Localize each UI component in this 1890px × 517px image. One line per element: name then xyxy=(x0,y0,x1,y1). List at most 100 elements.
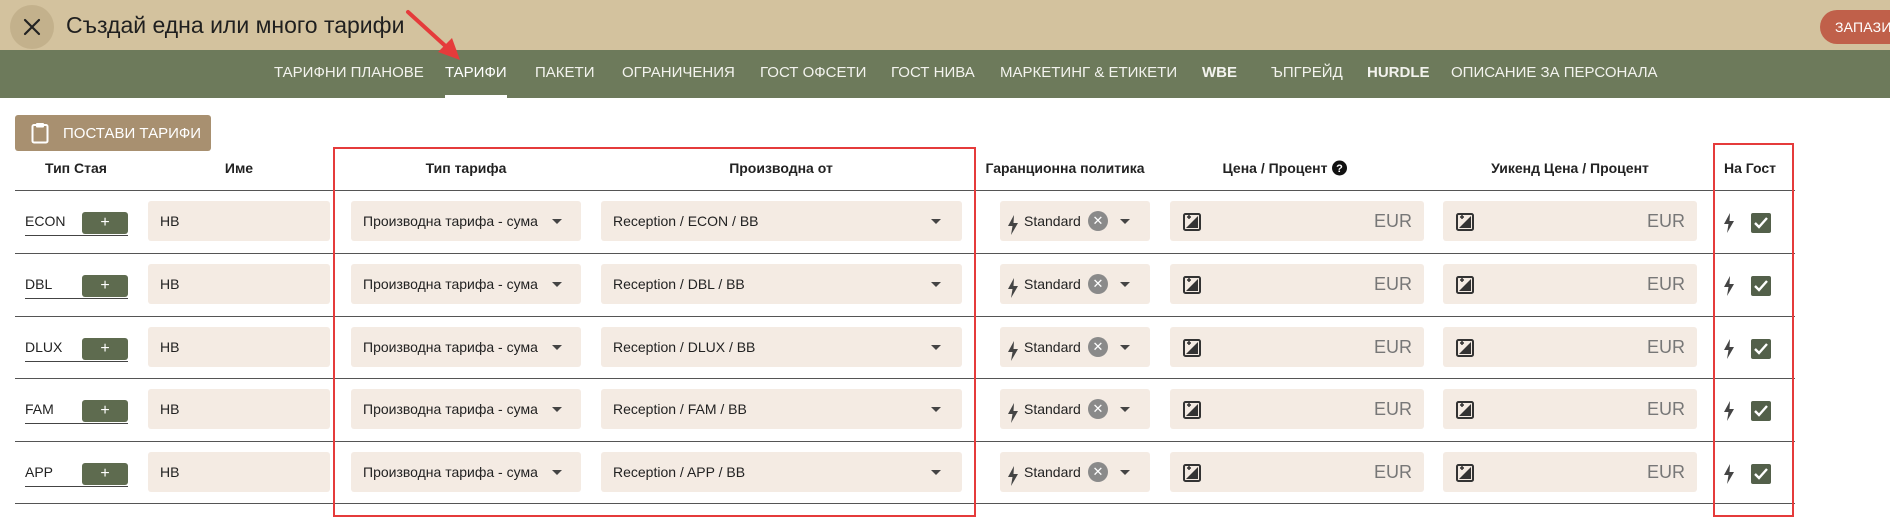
image-edit-icon xyxy=(1183,464,1201,482)
guarantee-policy-select[interactable]: Standard ✕ xyxy=(1000,264,1150,304)
price-input[interactable]: EUR xyxy=(1170,452,1424,492)
guarantee-policy-select[interactable]: Standard ✕ xyxy=(1000,389,1150,429)
add-rate-button[interactable]: + xyxy=(82,275,128,297)
name-input[interactable]: НВ xyxy=(148,452,330,492)
clear-icon[interactable]: ✕ xyxy=(1088,462,1108,482)
add-rate-button[interactable]: + xyxy=(82,338,128,360)
policy-value: Standard xyxy=(1024,276,1081,292)
col-header-price-label: Цена / Процент xyxy=(1222,160,1328,176)
clear-icon[interactable]: ✕ xyxy=(1088,337,1108,357)
paste-rates-label: ПОСТАВИ ТАРИФИ xyxy=(63,124,202,142)
currency-label: EUR xyxy=(1373,337,1412,357)
weekend-price-input[interactable]: EUR xyxy=(1443,452,1697,492)
name-input[interactable]: НВ xyxy=(148,201,330,241)
currency-label: EUR xyxy=(1373,274,1412,294)
chevron-down-icon xyxy=(1120,470,1130,475)
annotation-arrow xyxy=(406,10,460,60)
image-edit-icon xyxy=(1456,339,1474,357)
bolt-icon xyxy=(1008,341,1018,361)
tab-restrictions[interactable]: ОГРАНИЧЕНИЯ xyxy=(622,50,735,98)
tab-wbe[interactable]: WBE xyxy=(1202,50,1237,98)
price-input[interactable]: EUR xyxy=(1170,327,1424,367)
bolt-icon xyxy=(1008,215,1018,235)
policy-value: Standard xyxy=(1024,464,1081,480)
room-type-underline xyxy=(25,423,128,424)
policy-value: Standard xyxy=(1024,213,1081,229)
price-input[interactable]: EUR xyxy=(1170,264,1424,304)
close-icon xyxy=(23,18,41,36)
policy-value: Standard xyxy=(1024,401,1081,417)
paste-rates-button[interactable]: ПОСТАВИ ТАРИФИ xyxy=(15,115,211,151)
col-header-weekend-price: Уикенд Цена / Процент xyxy=(1491,160,1649,176)
col-header-guarantee-policy: Гаранционна политика xyxy=(985,160,1145,176)
weekend-currency-label: EUR xyxy=(1646,274,1685,294)
image-edit-icon xyxy=(1456,401,1474,419)
room-type-underline xyxy=(25,361,128,362)
price-input[interactable]: EUR xyxy=(1170,389,1424,429)
weekend-currency-label: EUR xyxy=(1646,462,1685,482)
col-header-name: Име xyxy=(224,160,254,176)
image-edit-icon xyxy=(1456,464,1474,482)
currency-label: EUR xyxy=(1373,462,1412,482)
image-edit-icon xyxy=(1183,213,1201,231)
add-rate-button[interactable]: + xyxy=(82,400,128,422)
room-type-underline xyxy=(25,298,128,299)
close-button[interactable] xyxy=(10,5,54,49)
image-edit-icon xyxy=(1183,276,1201,294)
tab-hurdle[interactable]: HURDLE xyxy=(1367,50,1430,98)
room-type-code: DBL xyxy=(25,276,53,292)
tab-marketing-labels[interactable]: МАРКЕТИНГ & ЕТИКЕТИ xyxy=(1000,50,1177,98)
tab-staff-description[interactable]: ОПИСАНИЕ ЗА ПЕРСОНАЛА xyxy=(1451,50,1658,98)
weekend-price-input[interactable]: EUR xyxy=(1443,264,1697,304)
bolt-icon xyxy=(1008,278,1018,298)
header-bar: Създай една или много тарифи ЗАПАЗИ xyxy=(0,0,1890,50)
tab-upgrade[interactable]: ЪПГРЕЙД xyxy=(1271,50,1343,98)
add-rate-button[interactable]: + xyxy=(82,463,128,485)
weekend-price-input[interactable]: EUR xyxy=(1443,327,1697,367)
currency-label: EUR xyxy=(1373,399,1412,419)
bolt-icon xyxy=(1008,466,1018,486)
price-input[interactable]: EUR xyxy=(1170,201,1424,241)
weekend-currency-label: EUR xyxy=(1646,337,1685,357)
name-input[interactable]: НВ xyxy=(148,327,330,367)
weekend-price-input[interactable]: EUR xyxy=(1443,201,1697,241)
room-type-code: FAM xyxy=(25,401,54,417)
chevron-down-icon xyxy=(1120,219,1130,224)
save-button[interactable]: ЗАПАЗИ xyxy=(1820,10,1890,44)
help-circle-icon[interactable]: ? xyxy=(1331,160,1347,176)
name-input[interactable]: НВ xyxy=(148,264,330,304)
clear-icon[interactable]: ✕ xyxy=(1088,211,1108,231)
col-header-room-type: Тип Стая xyxy=(45,160,107,176)
guarantee-policy-select[interactable]: Standard ✕ xyxy=(1000,201,1150,241)
image-edit-icon xyxy=(1183,401,1201,419)
guarantee-policy-select[interactable]: Standard ✕ xyxy=(1000,452,1150,492)
tab-guest-levels[interactable]: ГОСТ НИВА xyxy=(891,50,975,98)
room-type-underline xyxy=(25,486,128,487)
nav-tabs: ТАРИФНИ ПЛАНОВЕ ТАРИФИ ПАКЕТИ ОГРАНИЧЕНИ… xyxy=(0,50,1890,98)
bolt-icon xyxy=(1008,403,1018,423)
name-input[interactable]: НВ xyxy=(148,389,330,429)
annotation-box-rate-columns xyxy=(333,147,976,517)
weekend-currency-label: EUR xyxy=(1646,211,1685,231)
tab-guest-offsets[interactable]: ГОСТ ОФСЕТИ xyxy=(760,50,866,98)
room-type-code: APP xyxy=(25,464,54,480)
guarantee-policy-select[interactable]: Standard ✕ xyxy=(1000,327,1150,367)
add-rate-button[interactable]: + xyxy=(82,212,128,234)
clear-icon[interactable]: ✕ xyxy=(1088,399,1108,419)
chevron-down-icon xyxy=(1120,282,1130,287)
chevron-down-icon xyxy=(1120,345,1130,350)
page-title: Създай една или много тарифи xyxy=(66,12,405,38)
room-type-code: DLUX xyxy=(25,339,63,355)
room-type-underline xyxy=(25,235,128,236)
svg-text:?: ? xyxy=(1336,163,1343,175)
image-edit-icon xyxy=(1183,339,1201,357)
chevron-down-icon xyxy=(1120,407,1130,412)
clipboard-icon xyxy=(31,123,49,144)
policy-value: Standard xyxy=(1024,339,1081,355)
weekend-currency-label: EUR xyxy=(1646,399,1685,419)
image-edit-icon xyxy=(1456,276,1474,294)
clear-icon[interactable]: ✕ xyxy=(1088,274,1108,294)
tab-packages[interactable]: ПАКЕТИ xyxy=(535,50,594,98)
image-edit-icon xyxy=(1456,213,1474,231)
weekend-price-input[interactable]: EUR xyxy=(1443,389,1697,429)
